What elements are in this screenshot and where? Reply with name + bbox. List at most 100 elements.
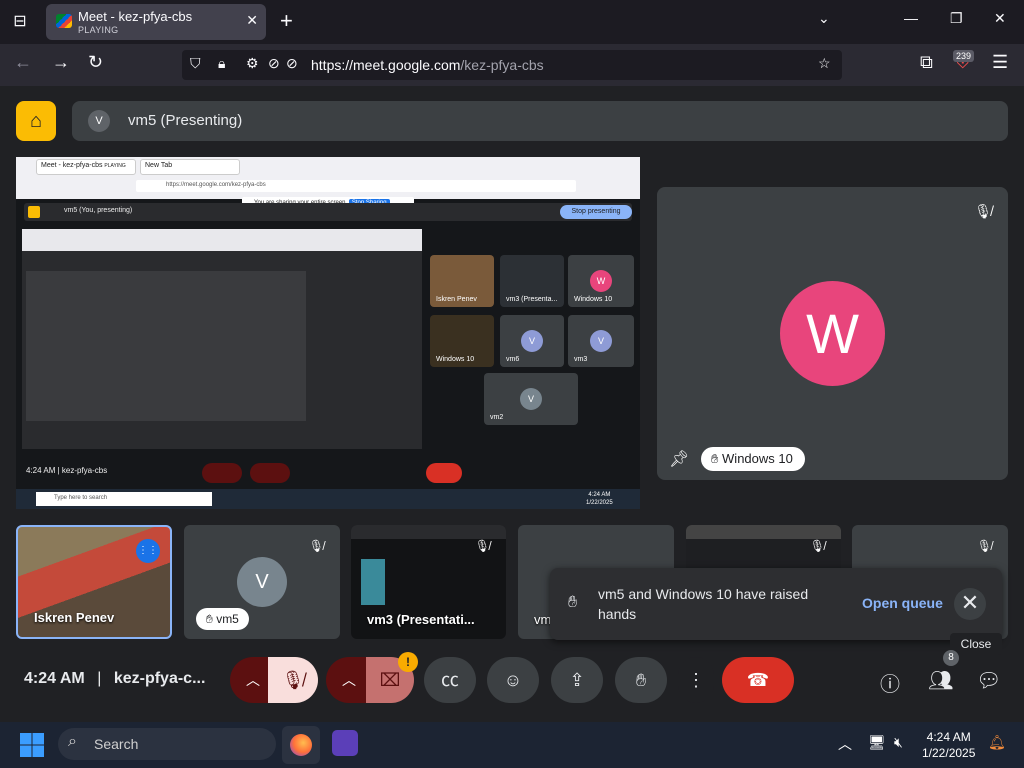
participant-name: vm5: [216, 612, 239, 626]
present-screen-button[interactable]: ⇪: [551, 657, 603, 703]
shared-tile-avatar: W: [590, 270, 612, 292]
bookmark-star-icon[interactable]: ☆: [818, 55, 831, 72]
shared-tile: Iskren Penev: [430, 255, 494, 307]
current-time: 4:24 AM: [24, 670, 85, 687]
volume-muted-icon[interactable]: 🔇︎: [894, 734, 903, 751]
url-host: https://meet.google.com: [311, 57, 461, 73]
shared-tile-avatar: V: [590, 330, 612, 352]
app-taskbar-button[interactable]: [332, 730, 358, 756]
url-bar[interactable]: ⛉ 🔒︎ ⚙ ⊘ ⊘ https://meet.google.com/kez-p…: [182, 50, 842, 80]
close-window-icon[interactable]: ✕: [994, 10, 1006, 27]
muted-mic-icon: 🎙︎̸: [974, 203, 992, 219]
shared-tile-name: Windows 10: [436, 356, 475, 363]
close-tab-icon[interactable]: ✕: [246, 12, 258, 29]
tray-chevron-icon[interactable]: ︿: [838, 734, 852, 754]
taskbar-time: 4:24 AM: [926, 730, 971, 744]
shared-tab-meet: Meet - kez-pfya-cbs PLAYING: [36, 159, 136, 175]
menu-icon[interactable]: ☰: [992, 52, 1008, 73]
shared-tile-name: vm2: [490, 414, 504, 421]
camera-blocked-icon[interactable]: ⊘: [268, 55, 280, 72]
start-icon[interactable]: [20, 733, 44, 757]
meeting-code: kez-pfya-c...: [113, 670, 206, 687]
emoji-button[interactable]: ☺: [487, 657, 539, 703]
meeting-info: 4:24 AM | kez-pfya-c...: [24, 670, 205, 688]
presenting-bar: V vm5 (Presenting): [72, 101, 1008, 141]
participant-tile-vm5[interactable]: 🎙︎̸ V ✋︎ vm5: [184, 525, 340, 639]
participant-tile-iskren[interactable]: ⋮⋮ Iskren Penev: [16, 525, 172, 639]
stop-presenting-button: Stop presenting: [560, 205, 632, 219]
tile-screen-chrome: [686, 525, 841, 539]
more-options-icon[interactable]: ⋮: [678, 657, 714, 703]
shared-tile: W Windows 10: [568, 255, 634, 307]
back-icon[interactable]: ←: [14, 52, 32, 73]
leave-call-button[interactable]: ☎︎: [722, 657, 794, 703]
shared-tile: Vvm2: [484, 373, 578, 425]
shared-mic-control: [202, 463, 242, 483]
nested-chrome: [22, 229, 422, 251]
close-tooltip: Close: [950, 633, 1002, 655]
shield-icon[interactable]: ⛉: [190, 55, 201, 72]
captions-button[interactable]: ㏄: [424, 657, 476, 703]
raise-hand-button[interactable]: ✋︎: [615, 657, 667, 703]
meeting-details-icon[interactable]: ⓘ: [880, 668, 900, 697]
extension-badge: 239: [953, 50, 975, 62]
muted-mic-icon: 🎙︎̸: [809, 539, 825, 553]
permissions-icon[interactable]: ⚙: [246, 55, 259, 72]
raised-hand-name-pill: ✋︎ vm5: [196, 608, 249, 630]
time-separator: |: [97, 670, 102, 687]
shared-presenting-label: vm5 (You, presenting): [64, 207, 133, 214]
network-icon[interactable]: 🖥︎: [868, 734, 886, 751]
tab-overflow-chevron-icon[interactable]: ⌄: [818, 10, 830, 27]
muted-mic-icon: 🎙︎̸: [474, 539, 490, 553]
participant-name: Iskren Penev: [34, 610, 115, 625]
shared-controls: [16, 459, 640, 487]
pin-icon[interactable]: 📌︎: [669, 449, 689, 469]
door-icon[interactable]: ⌂: [16, 101, 56, 141]
tab-status: PLAYING: [78, 25, 119, 35]
tab-meet[interactable]: Meet - kez-pfya-cbs PLAYING ✕: [46, 4, 266, 40]
pinned-participant-tile[interactable]: 🎙︎̸ W 📌︎ ✋︎ Windows 10: [657, 187, 1008, 480]
mic-blocked-icon[interactable]: ⊘: [286, 55, 298, 72]
people-icon[interactable]: 👥︎: [928, 668, 953, 693]
forward-icon[interactable]: →: [52, 52, 70, 73]
participant-avatar: W: [780, 281, 885, 386]
shared-screen[interactable]: Meet - kez-pfya-cbs PLAYING New Tab http…: [16, 157, 640, 509]
search-icon: ⌕: [68, 733, 77, 750]
shared-tab-title: Meet - kez-pfya-cbs: [41, 162, 103, 169]
firefox-taskbar-button[interactable]: [282, 726, 320, 764]
shared-clock-date: 1/22/2025: [586, 500, 613, 506]
taskbar-search-label: Search: [94, 736, 139, 752]
taskbar-search[interactable]: ⌕ Search: [58, 728, 276, 760]
lock-icon[interactable]: 🔒︎: [218, 55, 225, 72]
minimize-icon[interactable]: —: [904, 10, 918, 26]
nested-screen-inner: [26, 271, 306, 421]
notification-bell-icon[interactable]: 🔔︎: [988, 734, 1006, 751]
close-toast-button[interactable]: ✕: [954, 588, 986, 620]
shared-tile: vm3 (Presenta...: [500, 255, 564, 307]
url-text: https://meet.google.com/kez-pfya-cbs: [311, 57, 544, 73]
mic-toggle-button[interactable]: 🎙︎̸: [268, 657, 318, 703]
muted-mic-icon: 🎙︎̸: [976, 539, 992, 553]
shared-tile-name: Iskren Penev: [436, 296, 477, 303]
open-queue-button[interactable]: Open queue: [862, 595, 943, 611]
extensions-icon[interactable]: ⧉: [920, 52, 933, 73]
shared-presenting-bar: vm5 (You, presenting): [24, 203, 632, 221]
chat-icon[interactable]: 💬︎: [976, 668, 1001, 693]
speaking-indicator-icon: ⋮⋮: [136, 539, 160, 563]
tab-title: Meet - kez-pfya-cbs: [78, 9, 193, 24]
tab-list-icon[interactable]: ⊟: [8, 10, 32, 34]
url-path: /kez-pfya-cbs: [460, 57, 544, 73]
raised-hand-icon: ✋︎: [568, 594, 578, 611]
shared-tile-avatar: V: [520, 388, 542, 410]
meet-favicon-icon: [56, 14, 72, 28]
shared-cam-control: [250, 463, 290, 483]
taskbar-clock[interactable]: 4:24 AM 1/22/2025: [922, 729, 975, 761]
new-tab-icon[interactable]: +: [280, 8, 293, 34]
participant-tile-vm3[interactable]: 🎙︎̸ vm3 (Presentati...: [351, 525, 506, 639]
reload-icon[interactable]: ↻: [88, 52, 103, 73]
shared-url: https://meet.google.com/kez-pfya-cbs: [136, 180, 576, 192]
vm3-screen-image: [361, 559, 385, 605]
vm3-screen-chrome: [351, 525, 506, 539]
restore-icon[interactable]: ❐: [950, 10, 963, 27]
shared-tile-name: vm6: [506, 356, 520, 363]
